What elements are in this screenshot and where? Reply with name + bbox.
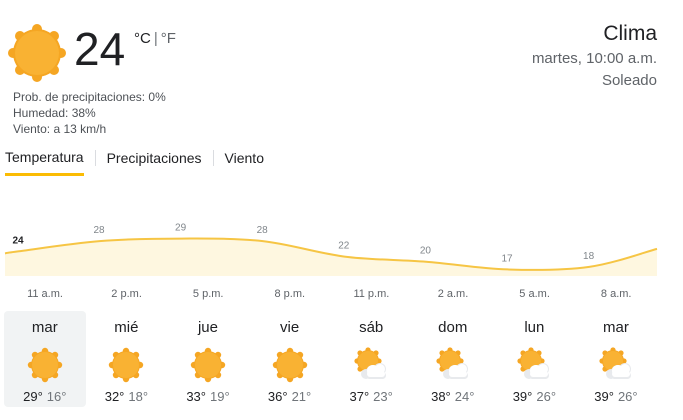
daily-forecast: mar 29° 16° mié 32° 18° jue 33° 19° vie 36°… bbox=[4, 311, 657, 407]
tab-temperature[interactable]: Temperatura bbox=[5, 146, 84, 176]
temp-range: 38° 24° bbox=[412, 389, 494, 405]
sun-icon bbox=[108, 347, 144, 383]
precipitation-probability: Prob. de precipitaciones: 0% bbox=[13, 90, 166, 104]
time-axis: 11 a.m. 2 p.m. 5 p.m. 8 p.m. 11 p.m. 2 a.m. 5 … bbox=[0, 288, 683, 304]
temp-range: 39° 26° bbox=[575, 389, 657, 405]
temp-range: 29° 16° bbox=[4, 389, 86, 405]
partly-cloudy-icon bbox=[598, 347, 634, 383]
chart-tabs: Temperatura Precipitaciones Viento bbox=[5, 146, 264, 176]
partly-cloudy-icon bbox=[516, 347, 552, 383]
temp-high: 32° bbox=[104, 389, 125, 404]
sun-icon bbox=[272, 347, 308, 383]
time-label: 5 a.m. bbox=[519, 288, 550, 300]
temperature-value-label: 28 bbox=[257, 225, 269, 236]
condition: Soleado bbox=[601, 72, 657, 89]
day-name: mié bbox=[114, 319, 139, 336]
time-label: 11 a.m. bbox=[27, 288, 63, 300]
day-name: lun bbox=[524, 319, 545, 336]
sun-icon bbox=[27, 347, 63, 383]
temp-high: 36° bbox=[267, 389, 288, 404]
temperature-value-label: 18 bbox=[583, 251, 595, 262]
forecast-day[interactable]: mar 39° 26° bbox=[575, 311, 657, 407]
temp-range: 33° 19° bbox=[167, 389, 249, 405]
partly-cloudy-icon bbox=[353, 347, 389, 383]
day-name: vie bbox=[279, 319, 300, 336]
tab-divider bbox=[94, 150, 96, 166]
temp-low: 16° bbox=[46, 389, 67, 404]
time-label: 8 a.m. bbox=[600, 288, 632, 300]
temperature-value-label: 22 bbox=[338, 241, 350, 252]
unit-toggle: °C | °F bbox=[134, 30, 176, 47]
day-name: jue bbox=[197, 319, 218, 336]
forecast-day[interactable]: vie 36° 21° bbox=[249, 311, 331, 407]
day-name: mar bbox=[31, 319, 58, 336]
tab-divider bbox=[212, 150, 214, 166]
header-info: Clima martes, 10:00 a.m. Soleado bbox=[532, 20, 657, 92]
time-label: 5 p.m. bbox=[192, 288, 224, 300]
temp-high: 37° bbox=[349, 389, 370, 404]
time-label: 2 p.m. bbox=[111, 288, 142, 300]
forecast-day[interactable]: mar 29° 16° bbox=[4, 311, 86, 407]
temp-low: 26° bbox=[536, 389, 557, 404]
temp-high: 39° bbox=[594, 389, 614, 404]
temp-range: 39° 26° bbox=[494, 389, 576, 405]
temperature-value-label: 20 bbox=[420, 246, 432, 257]
unit-separator: | bbox=[153, 30, 158, 47]
temp-low: 21° bbox=[291, 389, 312, 404]
time-label: 11 p.m. bbox=[353, 288, 390, 300]
temp-high: 29° bbox=[23, 389, 43, 404]
partly-cloudy-icon bbox=[435, 347, 471, 383]
fahrenheit-button[interactable]: °F bbox=[161, 30, 176, 47]
temp-low: 23° bbox=[373, 389, 393, 404]
temperature-value-label: 28 bbox=[93, 225, 105, 236]
sun-icon bbox=[8, 24, 66, 82]
weather-title: Clima bbox=[603, 22, 657, 45]
temp-high: 33° bbox=[186, 389, 206, 404]
datetime: martes, 10:00 a.m. bbox=[531, 50, 657, 67]
time-label: 2 a.m. bbox=[437, 288, 469, 300]
temp-range: 32° 18° bbox=[86, 389, 168, 405]
humidity: Humedad: 38% bbox=[13, 106, 96, 120]
temp-range: 36° 21° bbox=[249, 389, 331, 405]
forecast-day[interactable]: lun 39° 26° bbox=[494, 311, 576, 407]
day-name: dom bbox=[438, 319, 468, 336]
tab-precipitation[interactable]: Precipitaciones bbox=[107, 147, 202, 176]
tab-wind[interactable]: Viento bbox=[225, 147, 264, 176]
weather-details: Prob. de precipitaciones: 0% Humedad: 38… bbox=[13, 89, 166, 137]
temp-low: 24° bbox=[454, 389, 475, 404]
day-name: sáb bbox=[359, 319, 384, 336]
forecast-day[interactable]: dom 38° 24° bbox=[412, 311, 494, 407]
current-temperature: 24 bbox=[74, 23, 126, 75]
temperature-value-label: 17 bbox=[501, 253, 513, 264]
temp-low: 26° bbox=[617, 389, 638, 404]
forecast-day[interactable]: sáb 37° 23° bbox=[330, 311, 412, 407]
wind-speed: Viento: a 13 km/h bbox=[13, 122, 107, 136]
day-name: mar bbox=[603, 319, 629, 336]
temp-high: 39° bbox=[512, 389, 533, 404]
celsius-button[interactable]: °C bbox=[134, 30, 151, 47]
temp-low: 18° bbox=[128, 389, 149, 404]
temperature-value-label: 24 bbox=[12, 235, 24, 246]
forecast-day[interactable]: mié 32° 18° bbox=[86, 311, 168, 407]
temp-high: 38° bbox=[431, 389, 451, 404]
temp-range: 37° 23° bbox=[330, 389, 412, 405]
time-label: 8 p.m. bbox=[274, 288, 306, 300]
temperature-value-label: 29 bbox=[175, 223, 187, 234]
temp-low: 19° bbox=[209, 389, 230, 404]
sun-icon bbox=[190, 347, 226, 383]
forecast-day[interactable]: jue 33° 19° bbox=[167, 311, 249, 407]
